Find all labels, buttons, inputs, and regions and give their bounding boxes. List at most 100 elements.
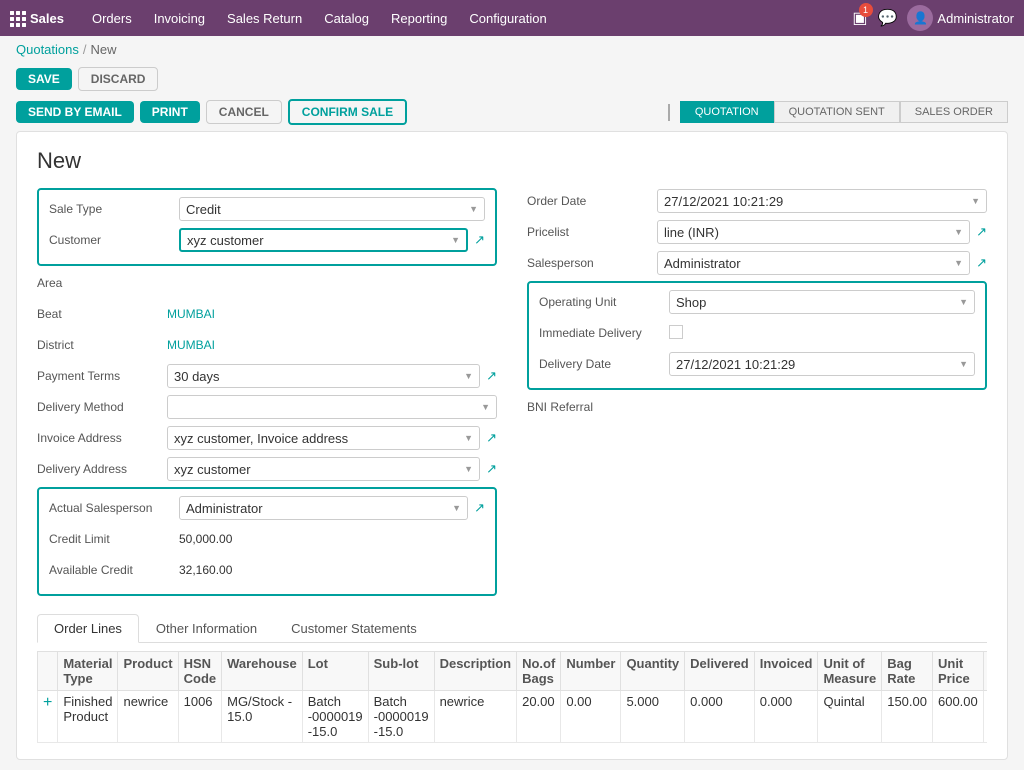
delivery-method-input: ▼ xyxy=(167,395,497,419)
save-button[interactable]: SAVE xyxy=(16,68,72,90)
status-tab-quotation[interactable]: QUOTATION xyxy=(680,101,774,123)
delivery-date-select[interactable]: 27/12/2021 10:21:29 ▼ xyxy=(669,352,975,376)
user-menu[interactable]: 👤 Administrator xyxy=(907,5,1014,31)
invoice-address-ext-link[interactable]: ↗ xyxy=(486,430,497,446)
actual-salesperson-select[interactable]: Administrator ▼ xyxy=(179,496,468,520)
credit-limit-row: Credit Limit 50,000.00 xyxy=(49,526,485,552)
customer-row: Customer xyz customer ▼ ↗ xyxy=(49,227,485,253)
cell-delivered[interactable]: 0.000 xyxy=(685,691,755,743)
status-tab-sent[interactable]: QUOTATION SENT xyxy=(774,101,900,123)
app-brand[interactable]: Sales xyxy=(10,11,64,26)
delivery-address-label: Delivery Address xyxy=(37,462,167,476)
immediate-delivery-value[interactable] xyxy=(669,325,975,342)
tab-order-lines[interactable]: Order Lines xyxy=(37,614,139,643)
immediate-delivery-row: Immediate Delivery xyxy=(539,320,975,346)
salesperson-value: Administrator xyxy=(664,256,741,271)
discard-button[interactable]: DISCARD xyxy=(78,67,159,91)
delivery-method-select[interactable]: ▼ xyxy=(167,395,497,419)
cell-product[interactable]: newrice xyxy=(118,691,178,743)
order-date-value: 27/12/2021 10:21:29 xyxy=(664,194,783,209)
cell-quantity[interactable]: 5.000 xyxy=(621,691,685,743)
cell-warehouse[interactable]: MG/Stock - 15.0 xyxy=(222,691,303,743)
send-email-button[interactable]: SEND BY EMAIL xyxy=(16,101,134,123)
cell-taxes[interactable] xyxy=(983,691,987,743)
nav-catalog[interactable]: Catalog xyxy=(314,7,379,30)
customer-select[interactable]: xyz customer ▼ xyxy=(179,228,468,252)
sale-type-input: Credit ▼ xyxy=(179,197,485,221)
breadcrumb-parent[interactable]: Quotations xyxy=(16,42,79,57)
delivery-method-chevron: ▼ xyxy=(481,402,490,412)
customer-value: xyz customer xyxy=(187,233,264,248)
delivery-address-chevron: ▼ xyxy=(464,464,473,474)
operating-unit-value: Shop xyxy=(676,295,706,310)
actual-salesperson-ext-link[interactable]: ↗ xyxy=(474,500,485,516)
col-taxes: Taxes xyxy=(983,652,987,691)
sale-type-chevron: ▼ xyxy=(469,204,478,214)
pricelist-ext-link[interactable]: ↗ xyxy=(976,224,987,240)
nav-configuration[interactable]: Configuration xyxy=(459,7,556,30)
nav-invoicing[interactable]: Invoicing xyxy=(144,7,215,30)
pricelist-select[interactable]: line (INR) ▼ xyxy=(657,220,970,244)
pricelist-row: Pricelist line (INR) ▼ ↗ xyxy=(527,219,987,245)
order-table-wrapper: Material Type Product HSN Code Warehouse… xyxy=(37,651,987,743)
cell-material-type[interactable]: Finished Product xyxy=(58,691,118,743)
status-checkbox[interactable] xyxy=(668,104,670,121)
cell-invoiced[interactable]: 0.000 xyxy=(754,691,818,743)
salesperson-credit-section: Actual Salesperson Administrator ▼ ↗ Cre… xyxy=(37,487,497,596)
confirm-sale-button[interactable]: CONFIRM SALE xyxy=(288,99,407,125)
available-credit-row: Available Credit 32,160.00 xyxy=(49,557,485,583)
tab-other-info[interactable]: Other Information xyxy=(139,614,274,642)
cell-sublot[interactable]: Batch -0000019 -15.0 xyxy=(368,691,434,743)
operating-unit-section: Operating Unit Shop ▼ Immediate Delivery xyxy=(527,281,987,390)
cell-no-bags[interactable]: 20.00 xyxy=(517,691,561,743)
delivery-address-select[interactable]: xyz customer ▼ xyxy=(167,457,480,481)
status-tab-order[interactable]: SALES ORDER xyxy=(900,101,1008,123)
grid-icon xyxy=(10,11,24,25)
col-number: Number xyxy=(561,652,621,691)
operating-unit-select[interactable]: Shop ▼ xyxy=(669,290,975,314)
nav-reporting[interactable]: Reporting xyxy=(381,7,457,30)
activity-icon[interactable]: ▣ 1 xyxy=(852,8,867,28)
payment-terms-select[interactable]: 30 days ▼ xyxy=(167,364,480,388)
customer-ext-link[interactable]: ↗ xyxy=(474,232,485,248)
table-row[interactable]: + Finished Product newrice 1006 MG/Stock… xyxy=(38,691,988,743)
delivery-address-input: xyz customer ▼ ↗ xyxy=(167,457,497,481)
action-bar-save: SAVE DISCARD xyxy=(0,63,1024,95)
cell-lot[interactable]: Batch -0000019 -15.0 xyxy=(302,691,368,743)
nav-orders[interactable]: Orders xyxy=(82,7,142,30)
sale-type-select[interactable]: Credit ▼ xyxy=(179,197,485,221)
delivery-method-row: Delivery Method ▼ xyxy=(37,394,497,420)
payment-terms-ext-link[interactable]: ↗ xyxy=(486,368,497,384)
delivery-date-row: Delivery Date 27/12/2021 10:21:29 ▼ xyxy=(539,351,975,377)
print-button[interactable]: PRINT xyxy=(140,101,200,123)
invoice-address-chevron: ▼ xyxy=(464,433,473,443)
nav-sales-return[interactable]: Sales Return xyxy=(217,7,312,30)
chat-icon[interactable]: 💬 xyxy=(878,8,898,28)
row-add-icon[interactable]: + xyxy=(38,691,58,743)
cell-bag-rate[interactable]: 150.00 xyxy=(882,691,933,743)
available-credit-value: 32,160.00 xyxy=(179,563,485,577)
breadcrumb-current: New xyxy=(91,42,117,57)
beat-row: Beat MUMBAI xyxy=(37,301,497,327)
salesperson-select[interactable]: Administrator ▼ xyxy=(657,251,970,275)
topnav-right: ▣ 1 💬 👤 Administrator xyxy=(852,5,1014,31)
beat-label: Beat xyxy=(37,307,167,321)
cell-hsn[interactable]: 1006 xyxy=(178,691,222,743)
cancel-button[interactable]: CANCEL xyxy=(206,100,282,124)
app-name: Sales xyxy=(30,11,64,26)
order-date-select[interactable]: 27/12/2021 10:21:29 ▼ xyxy=(657,189,987,213)
immediate-delivery-checkbox[interactable] xyxy=(669,325,683,339)
cell-number[interactable]: 0.00 xyxy=(561,691,621,743)
delivery-address-ext-link[interactable]: ↗ xyxy=(486,461,497,477)
invoice-address-value: xyz customer, Invoice address xyxy=(174,431,348,446)
invoice-address-select[interactable]: xyz customer, Invoice address ▼ xyxy=(167,426,480,450)
col-product: Product xyxy=(118,652,178,691)
cell-unit-price[interactable]: 600.00 xyxy=(932,691,983,743)
tab-customer-statements[interactable]: Customer Statements xyxy=(274,614,434,642)
add-line-button[interactable]: + xyxy=(43,694,52,711)
cell-description[interactable]: newrice xyxy=(434,691,517,743)
salesperson-ext-link[interactable]: ↗ xyxy=(976,255,987,271)
delivery-address-row: Delivery Address xyz customer ▼ ↗ xyxy=(37,456,497,482)
cell-uom[interactable]: Quintal xyxy=(818,691,882,743)
sale-customer-section: Sale Type Credit ▼ Customer xyz customer… xyxy=(37,188,497,266)
